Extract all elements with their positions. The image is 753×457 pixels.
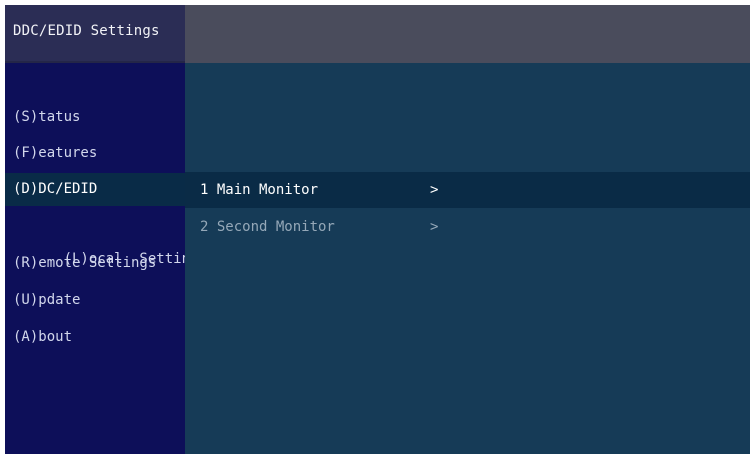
- content-panel: 1 Main Monitor > 2 Second Monitor >: [185, 63, 750, 454]
- sidebar-item-label: (F)eatures: [13, 145, 98, 161]
- sidebar-item-label: (R)emote Settings: [13, 255, 157, 271]
- list-item-main-monitor[interactable]: 1 Main Monitor >: [185, 172, 750, 208]
- sidebar-item-ddc-edid[interactable]: (D)DC/EDID: [5, 173, 185, 206]
- sidebar-item-label: (S)tatus: [13, 109, 81, 125]
- ddc-edid-settings-screen: DDC/EDID Settings (S)tatus (F)eatures (D…: [5, 5, 750, 454]
- sidebar-item-label: (A)bout: [13, 329, 73, 345]
- list-item-label: 2 Second Monitor: [200, 219, 335, 235]
- sidebar-item-label: (U)pdate: [13, 292, 81, 308]
- list-item-second-monitor[interactable]: 2 Second Monitor >: [185, 209, 750, 245]
- sidebar-item-remote-settings[interactable]: (R)emote Settings: [5, 247, 185, 280]
- sidebar-item-label: (D)DC/EDID: [13, 181, 98, 197]
- sidebar-menu: (S)tatus (F)eatures (D)DC/EDID (L)ocal S…: [5, 63, 207, 454]
- sidebar-item-about[interactable]: (A)bout: [5, 321, 185, 354]
- title-panel: DDC/EDID Settings: [5, 5, 185, 63]
- chevron-right-icon: >: [430, 219, 439, 235]
- list-item-label: 1 Main Monitor: [200, 182, 319, 198]
- sidebar-item-features[interactable]: (F)eatures: [5, 137, 185, 170]
- title-bar: DDC/EDID Settings: [5, 5, 750, 63]
- sidebar-item-local-settings[interactable]: (L)ocal Settings: [5, 210, 207, 267]
- window-title: DDC/EDID Settings: [13, 23, 160, 39]
- chevron-right-icon: >: [430, 182, 439, 198]
- sidebar-item-update[interactable]: (U)pdate: [5, 284, 185, 317]
- sidebar-item-status[interactable]: (S)tatus: [5, 101, 185, 134]
